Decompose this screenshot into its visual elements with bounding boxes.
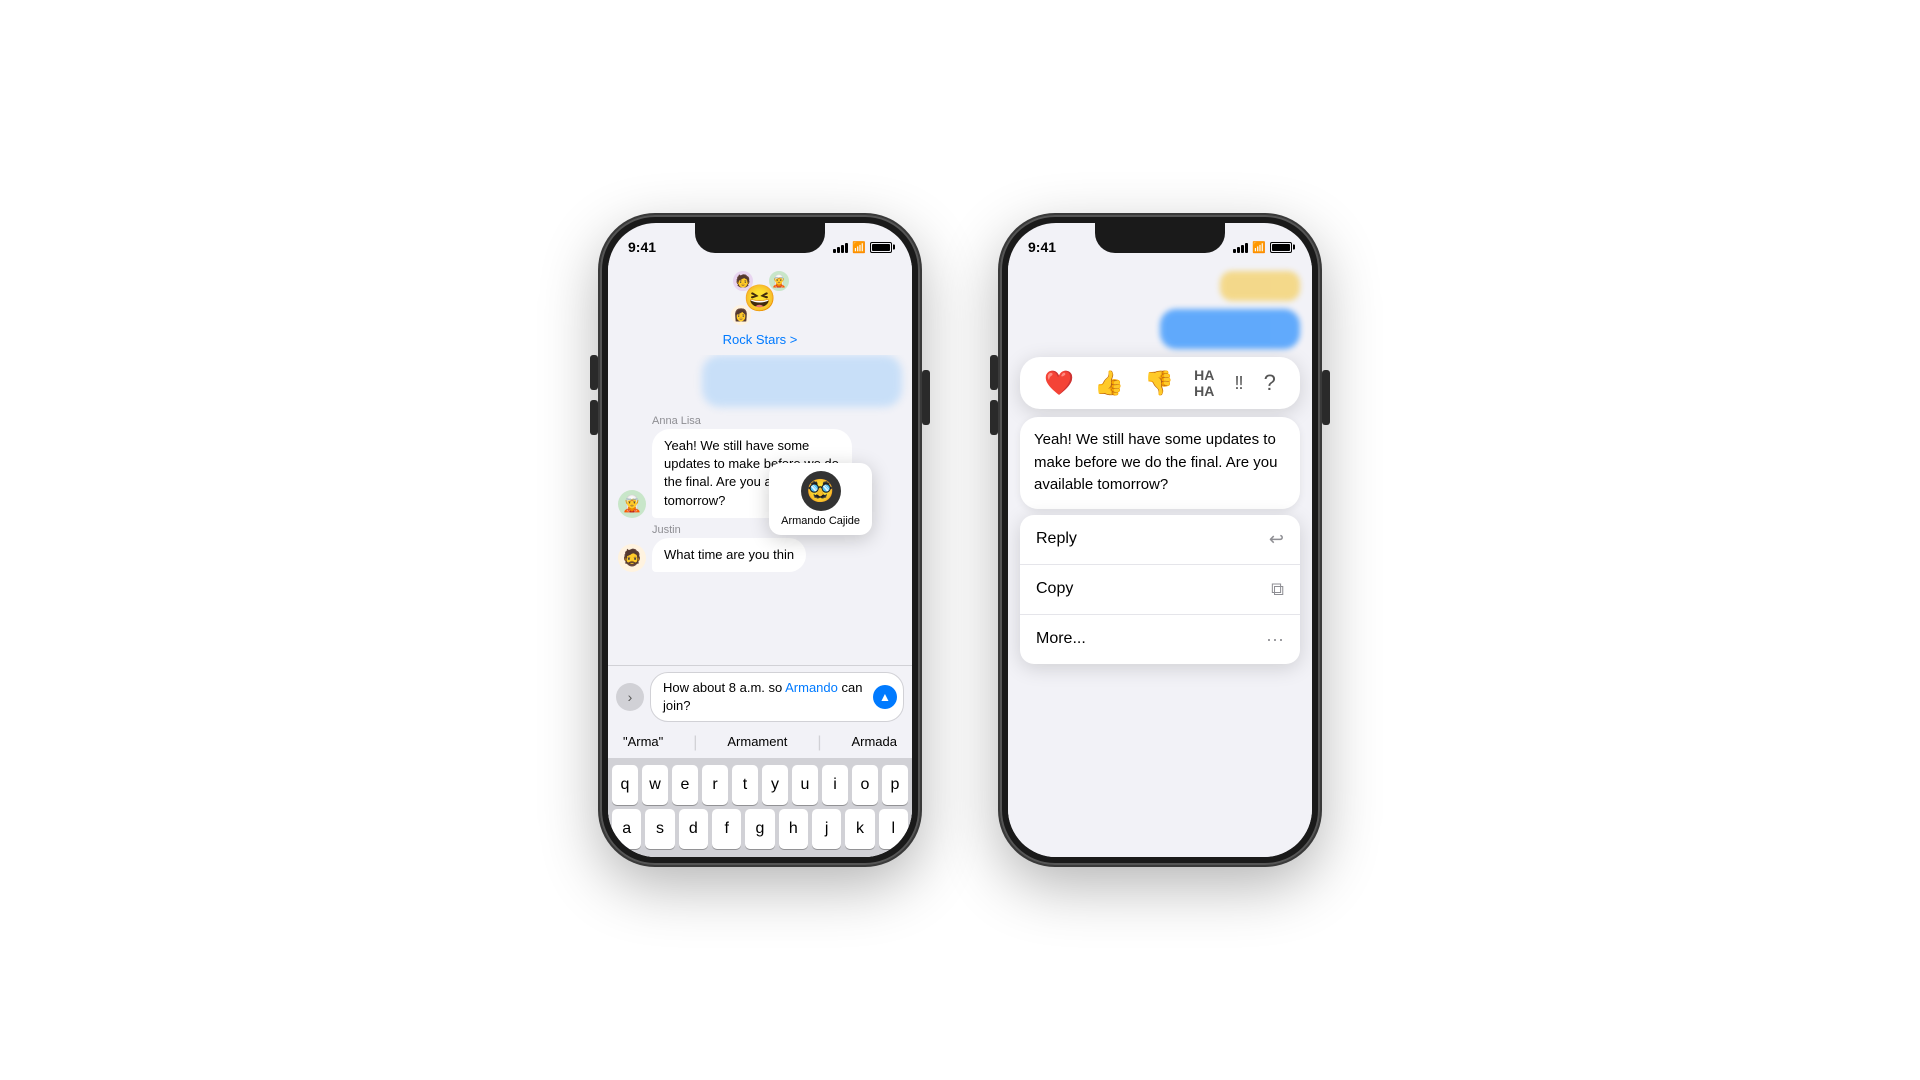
- reaction-question[interactable]: ?: [1264, 370, 1276, 396]
- key-t[interactable]: t: [732, 765, 758, 805]
- vol-up-button-2[interactable]: [990, 355, 998, 390]
- message-bubble-2[interactable]: What time are you thin: [652, 538, 806, 572]
- bubble-row-2: 🧔 What time are you thin: [618, 538, 902, 572]
- key-o[interactable]: o: [852, 765, 878, 805]
- key-f[interactable]: f: [712, 809, 741, 849]
- key-a[interactable]: a: [612, 809, 641, 849]
- autocomplete-bar: "Arma" | Armament | Armada: [608, 728, 912, 759]
- key-w[interactable]: w: [642, 765, 668, 805]
- status-time-2: 9:41: [1028, 239, 1056, 255]
- key-h[interactable]: h: [779, 809, 808, 849]
- key-j[interactable]: j: [812, 809, 841, 849]
- key-p[interactable]: p: [882, 765, 908, 805]
- signal-icon: [833, 242, 848, 253]
- avatar-anna: 🧝: [618, 490, 646, 518]
- key-i[interactable]: i: [822, 765, 848, 805]
- blurred-area: [1008, 263, 1312, 357]
- key-s[interactable]: s: [645, 809, 674, 849]
- reaction-heart[interactable]: ❤️: [1044, 369, 1074, 398]
- context-reply[interactable]: Reply ↩: [1020, 515, 1300, 565]
- avatar-main: 😆: [738, 276, 782, 320]
- context-more[interactable]: More... ···: [1020, 615, 1300, 664]
- battery-icon: [870, 242, 892, 253]
- blurred-message: [702, 355, 902, 407]
- reply-icon: ↩: [1269, 529, 1284, 550]
- reaction-thumbsup[interactable]: 👍: [1094, 369, 1124, 398]
- reaction-thumbsdown[interactable]: 👎: [1144, 369, 1174, 398]
- vol-up-button[interactable]: [590, 355, 598, 390]
- battery-icon-2: [1270, 242, 1292, 253]
- notch: [695, 223, 825, 253]
- status-icons-1: 📶: [833, 241, 892, 254]
- signal-icon-2: [1233, 242, 1248, 253]
- key-y[interactable]: y: [762, 765, 788, 805]
- message-input[interactable]: How about 8 a.m. so Armando can join? ▲: [650, 672, 904, 722]
- key-e[interactable]: e: [672, 765, 698, 805]
- more-icon: ···: [1266, 629, 1284, 650]
- vol-down-button-2[interactable]: [990, 400, 998, 435]
- text-input-area: › How about 8 a.m. so Armando can join? …: [608, 665, 912, 728]
- autocomplete-2[interactable]: Armament: [727, 734, 787, 752]
- mention-avatar: 🥸: [801, 471, 841, 511]
- status-time-1: 9:41: [628, 239, 656, 255]
- autocomplete-3[interactable]: Armada: [851, 734, 897, 752]
- wifi-icon-2: 📶: [1252, 241, 1266, 254]
- group-name[interactable]: Rock Stars >: [723, 332, 798, 347]
- key-r[interactable]: r: [702, 765, 728, 805]
- expand-button[interactable]: ›: [616, 683, 644, 711]
- keyboard: q w e r t y u i o p a s d f g h: [608, 759, 912, 857]
- power-button[interactable]: [922, 370, 930, 425]
- mention-popup[interactable]: 🥸 Armando Cajide: [769, 463, 872, 535]
- key-k[interactable]: k: [845, 809, 874, 849]
- notch-2: [1095, 223, 1225, 253]
- kb-row-1: q w e r t y u i o p: [612, 765, 908, 805]
- messages-area-1: Anna Lisa 🧝 Yeah! We still have some upd…: [608, 355, 912, 665]
- key-u[interactable]: u: [792, 765, 818, 805]
- copy-label: Copy: [1036, 580, 1073, 598]
- reaction-exclaim[interactable]: ‼: [1235, 373, 1244, 394]
- more-label: More...: [1036, 630, 1086, 648]
- key-g[interactable]: g: [745, 809, 774, 849]
- power-button-2[interactable]: [1322, 370, 1330, 425]
- context-copy[interactable]: Copy ⧉: [1020, 565, 1300, 615]
- kb-row-2: a s d f g h j k l: [612, 809, 908, 849]
- reply-label: Reply: [1036, 530, 1077, 548]
- key-q[interactable]: q: [612, 765, 638, 805]
- sender-label-1: Anna Lisa: [652, 415, 902, 427]
- key-d[interactable]: d: [679, 809, 708, 849]
- mention-name: Armando Cajide: [781, 515, 860, 527]
- reaction-bar: ❤️ 👍 👎 HAHA ‼ ?: [1020, 357, 1300, 409]
- group-header[interactable]: 🧑 😆 🧝 👩 Rock Stars >: [608, 263, 912, 355]
- avatar-justin: 🧔: [618, 544, 646, 572]
- status-icons-2: 📶: [1233, 241, 1292, 254]
- avatar-group: 🧑 😆 🧝 👩: [730, 268, 790, 328]
- context-menu: Reply ↩ Copy ⧉ More... ···: [1020, 515, 1300, 664]
- key-l[interactable]: l: [879, 809, 908, 849]
- reaction-haha[interactable]: HAHA: [1194, 367, 1214, 399]
- autocomplete-1[interactable]: "Arma": [623, 734, 663, 752]
- wifi-icon: 📶: [852, 241, 866, 254]
- send-button[interactable]: ▲: [873, 685, 897, 709]
- phone-2: 9:41 📶 ❤️: [1000, 215, 1320, 865]
- copy-icon: ⧉: [1271, 579, 1284, 600]
- message-bubble-large[interactable]: Yeah! We still have some updates to make…: [1020, 417, 1300, 509]
- vol-down-button[interactable]: [590, 400, 598, 435]
- phone-1: 9:41 📶 🧑 😆 🧝: [600, 215, 920, 865]
